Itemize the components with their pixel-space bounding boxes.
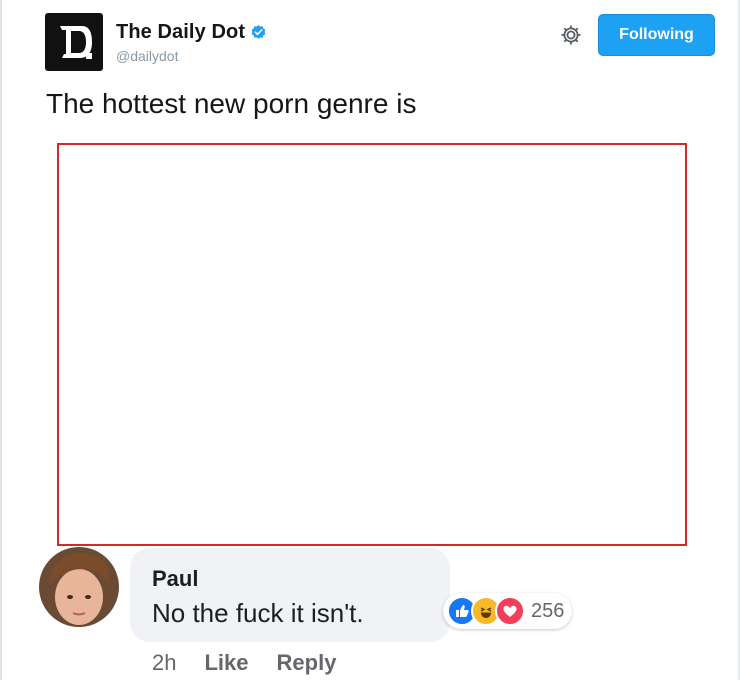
tweet-author-row[interactable]: The Daily Dot — [116, 21, 267, 44]
gear-icon[interactable] — [559, 23, 583, 47]
twitter-handle[interactable]: @dailydot — [116, 48, 178, 64]
verified-badge-icon — [251, 25, 266, 39]
comment-text: No the fuck it isn't. — [152, 598, 364, 628]
following-button[interactable]: Following — [598, 14, 715, 56]
daily-dot-logo-icon — [60, 26, 92, 59]
avatar-image — [39, 547, 119, 627]
comment-author[interactable]: Paul — [152, 566, 198, 592]
reaction-count: 256 — [531, 599, 565, 622]
reply-button[interactable]: Reply — [277, 650, 337, 676]
daily-dot-logo[interactable] — [45, 13, 103, 71]
redacted-media-box — [57, 143, 687, 546]
tweet-text: The hottest new porn genre is — [46, 88, 417, 119]
comment-timestamp[interactable]: 2h — [152, 650, 176, 676]
reactions-summary[interactable]: 256 — [443, 593, 573, 629]
comment-actions: 2h Like Reply — [152, 650, 336, 676]
like-button[interactable]: Like — [204, 650, 248, 676]
avatar[interactable] — [39, 547, 119, 627]
display-name[interactable]: The Daily Dot — [116, 21, 245, 44]
love-reaction-icon — [495, 596, 525, 626]
left-border — [0, 0, 2, 680]
